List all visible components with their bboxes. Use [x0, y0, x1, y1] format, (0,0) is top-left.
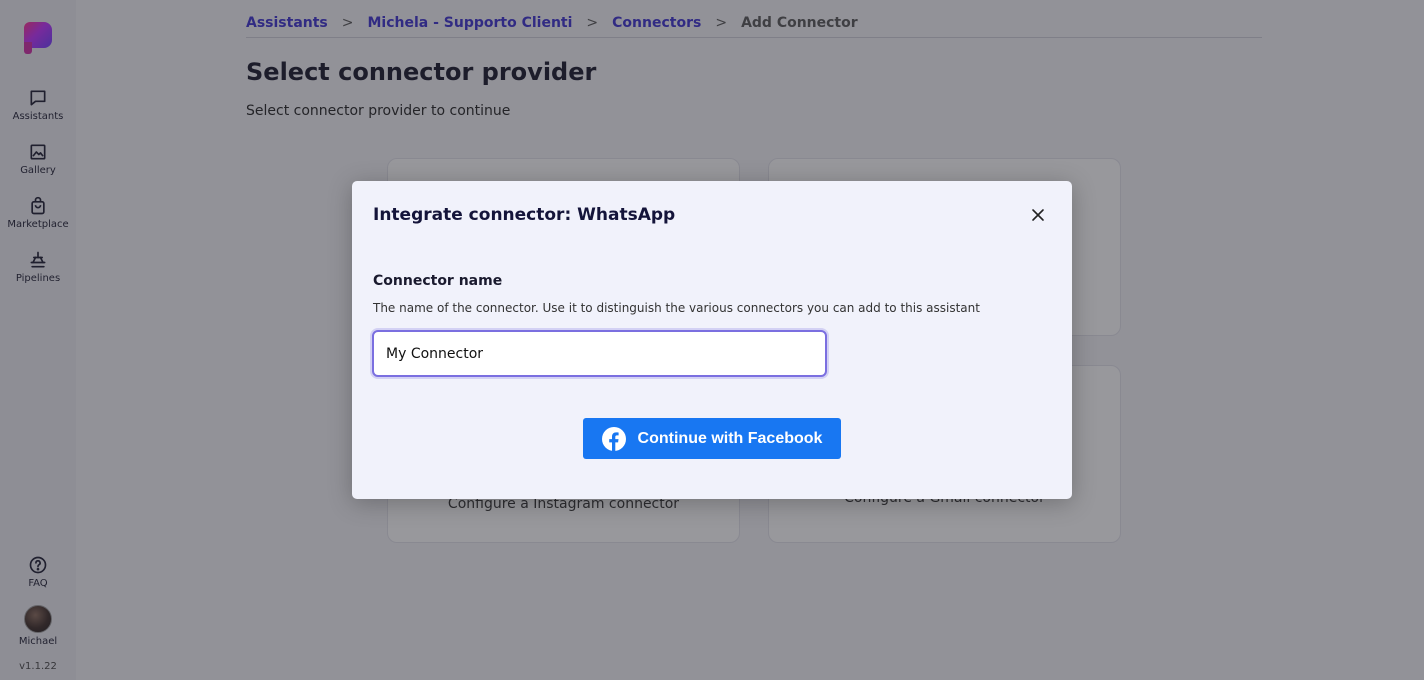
- continue-with-facebook-label: Continue with Facebook: [637, 429, 823, 447]
- facebook-icon: [601, 426, 626, 451]
- integrate-connector-dialog: Integrate connector: WhatsApp Connector …: [352, 181, 1072, 499]
- continue-with-facebook-button[interactable]: Continue with Facebook: [583, 418, 841, 459]
- connector-name-help: The name of the connector. Use it to dis…: [373, 301, 980, 315]
- dialog-title: Integrate connector: WhatsApp: [373, 205, 676, 225]
- connector-name-input[interactable]: [372, 330, 827, 377]
- connector-name-label: Connector name: [373, 273, 503, 289]
- close-icon[interactable]: [1030, 207, 1046, 223]
